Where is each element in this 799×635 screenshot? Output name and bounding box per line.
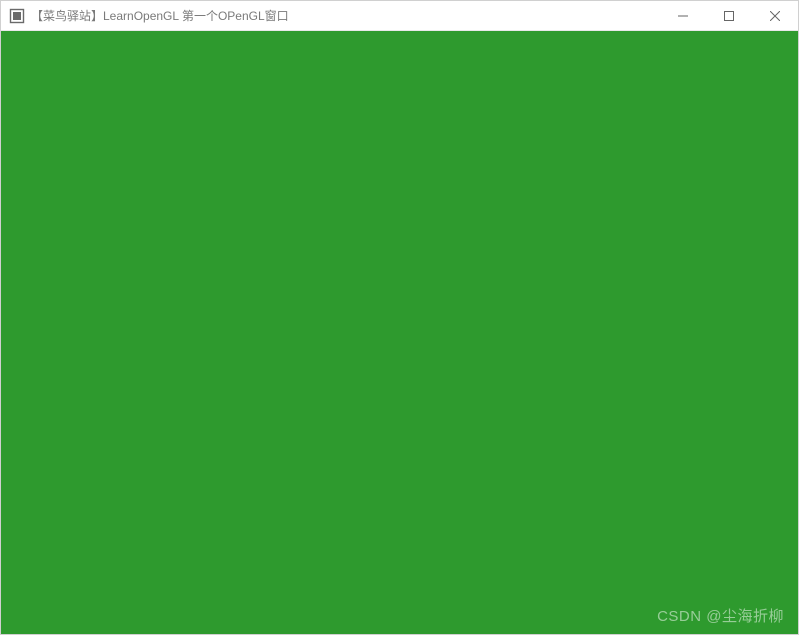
titlebar[interactable]: 【菜鸟驿站】LearnOpenGL 第一个OPenGL窗口 xyxy=(1,1,798,31)
watermark-text: CSDN @尘海折柳 xyxy=(657,605,784,626)
maximize-button[interactable] xyxy=(706,1,752,30)
titlebar-left: 【菜鸟驿站】LearnOpenGL 第一个OPenGL窗口 xyxy=(1,7,660,24)
app-icon xyxy=(9,8,25,24)
maximize-icon xyxy=(724,11,734,21)
application-window: 【菜鸟驿站】LearnOpenGL 第一个OPenGL窗口 xyxy=(0,0,799,635)
opengl-viewport: CSDN @尘海折柳 xyxy=(1,31,798,634)
window-controls xyxy=(660,1,798,30)
close-icon xyxy=(770,11,780,21)
window-title: 【菜鸟驿站】LearnOpenGL 第一个OPenGL窗口 xyxy=(31,7,289,24)
close-button[interactable] xyxy=(752,1,798,30)
minimize-icon xyxy=(678,11,688,21)
minimize-button[interactable] xyxy=(660,1,706,30)
